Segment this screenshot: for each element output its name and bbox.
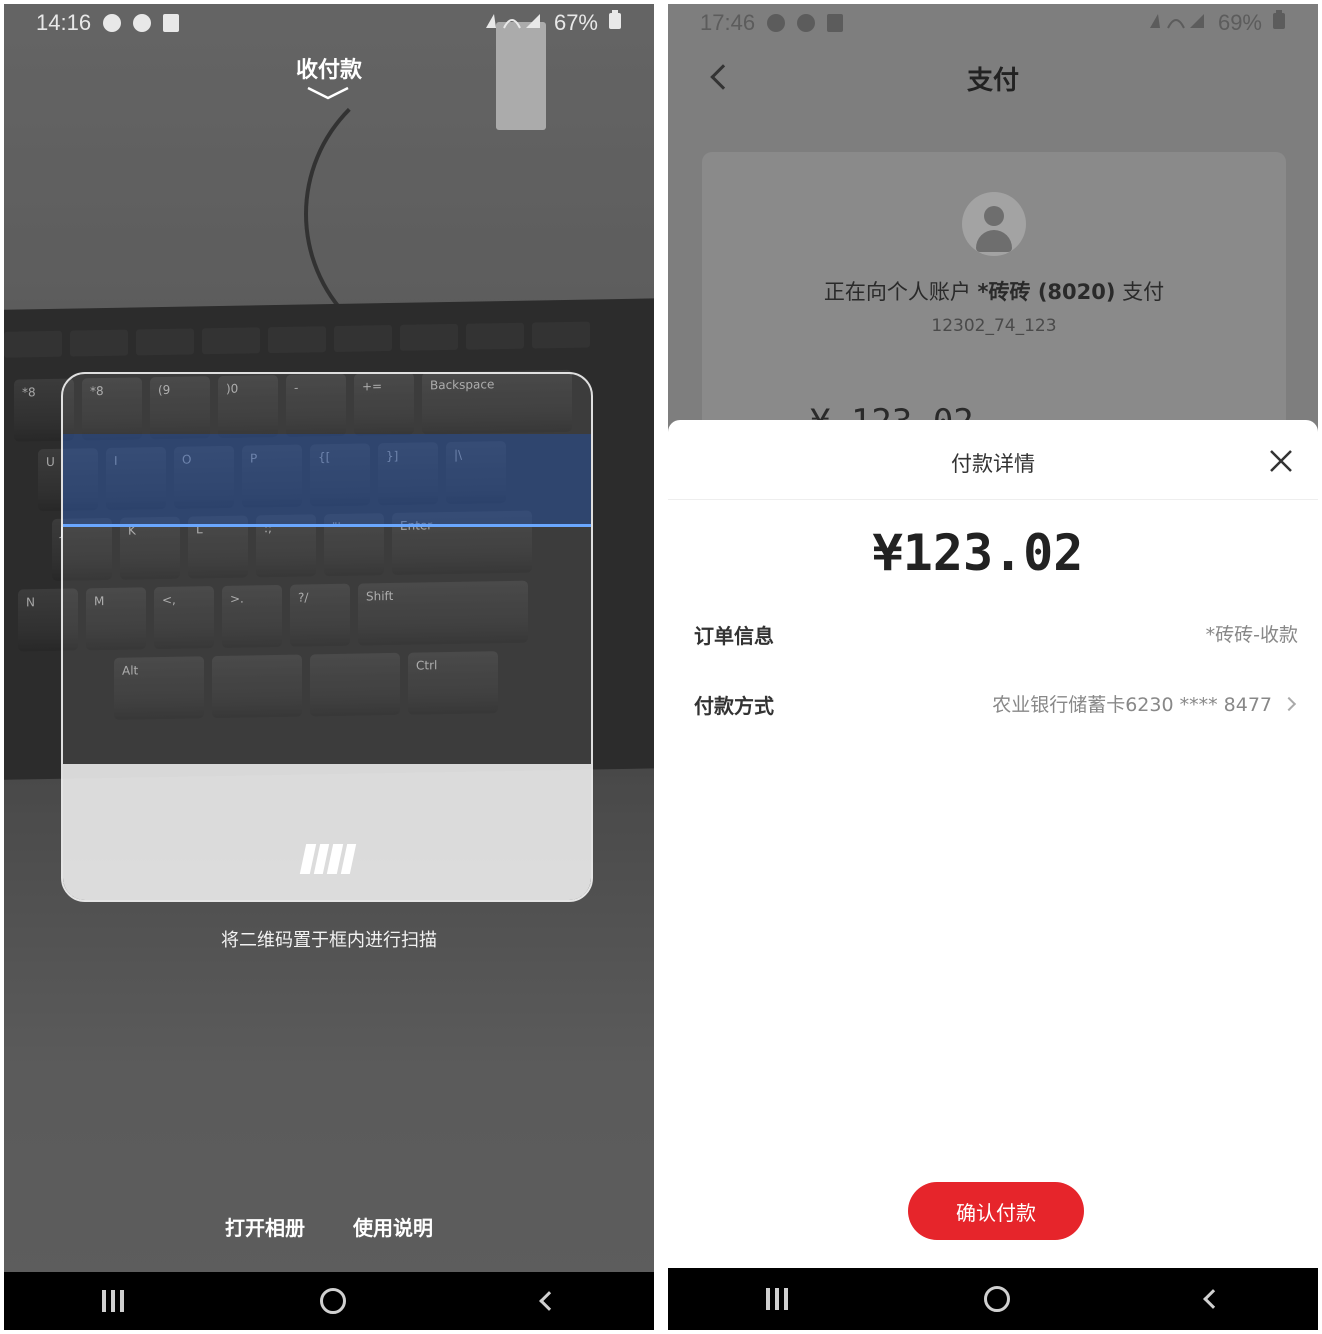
battery-icon [1272,10,1286,36]
payment-method-value: 农业银行储蓄卡6230 **** 8477 [992,694,1272,716]
payment-screen: 17:46 69% 支付 正在向个人账户 *砖砖 (8020) 支付 12302… [668,4,1318,1330]
instructions-link[interactable]: 使用说明 [353,1212,433,1241]
payment-method-row[interactable]: 付款方式 农业银行储蓄卡6230 **** 8477 [694,690,1298,720]
header: 支付 [668,60,1318,104]
system-nav-bar [668,1268,1318,1330]
payee-description: 正在向个人账户 *砖砖 (8020) 支付 [823,280,1165,304]
battery-icon [608,10,622,36]
open-album-link[interactable]: 打开相册 [225,1212,305,1241]
status-bar: 17:46 69% [668,4,1318,42]
user-icon [984,206,1004,226]
home-icon[interactable] [320,1288,346,1314]
battery-percent: 69% [1217,10,1262,35]
page-title: 支付 [966,66,1019,96]
notification-icon [133,14,152,32]
scanner-screen: *8 *8 (9 )0 - += Backspace U I O P {[ }]… [4,4,654,1330]
chevron-down-icon[interactable] [304,84,352,102]
chevron-right-icon [1281,696,1297,712]
battery-percent: 67% [553,10,598,35]
payment-details-sheet: 付款详情 ¥123.02 订单信息 *砖砖-收款 付款方式 农业银行储蓄卡623… [668,420,1318,1270]
payee-name: *砖砖 (8020) [977,280,1116,304]
scanner-logo-icon [299,844,357,874]
order-info-row: 订单信息 *砖砖-收款 [694,620,1298,650]
payment-amount: ¥123.02 [872,524,1084,582]
home-icon[interactable] [984,1286,1010,1312]
recent-apps-icon[interactable] [102,1290,124,1312]
status-time: 14:16 [36,10,92,35]
back-icon[interactable] [539,1291,559,1311]
confirm-payment-button[interactable]: 确认付款 [908,1182,1084,1240]
avatar [962,192,1026,256]
signal-icon [1148,10,1208,36]
notification-icon [827,14,844,32]
signal-icon [484,10,544,36]
status-time: 17:46 [700,10,756,35]
notification-icon [163,14,180,32]
scan-line [63,524,591,527]
order-info-label: 订单信息 [694,624,774,648]
screenshot-canvas: *8 *8 (9 )0 - += Backspace U I O P {[ }]… [0,0,1322,1334]
scan-frame [61,372,593,902]
sheet-title: 付款详情 [951,452,1035,476]
back-icon[interactable] [1203,1289,1223,1309]
notification-icon [797,14,816,32]
system-nav-bar [4,1272,654,1330]
order-info-value: *砖砖-收款 [1205,624,1298,646]
recent-apps-icon[interactable] [766,1288,788,1310]
notification-icon [767,14,786,32]
scanner-actions: 打开相册 使用说明 [4,1212,654,1241]
payee-account-id: 12302_74_123 [931,316,1057,336]
payment-method-label: 付款方式 [694,694,774,718]
close-icon[interactable] [1268,448,1294,474]
status-bar: 14:16 67% [4,4,654,42]
scan-highlight-band [63,434,591,526]
notification-icon [103,14,122,32]
page-title[interactable]: 收付款 [4,52,654,84]
scan-hint: 将二维码置于框内进行扫描 [221,930,437,951]
